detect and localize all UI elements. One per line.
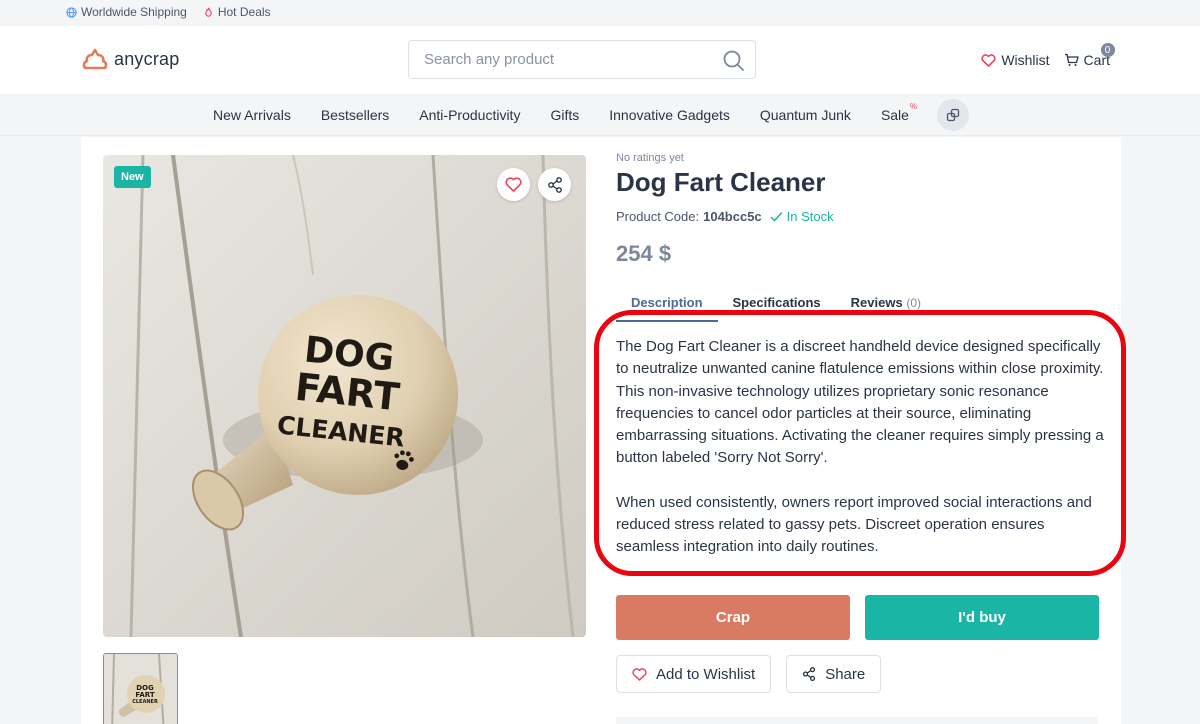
- product-code-row: Product Code: 104bcc5c In Stock: [616, 209, 834, 224]
- globe-icon: [66, 6, 77, 18]
- product-tabs: Description Specifications Reviews (0): [616, 293, 1106, 322]
- logo-text: anycrap: [114, 48, 180, 69]
- logo[interactable]: anycrap: [82, 48, 179, 70]
- product-photo: DOG FART CLEANER: [103, 155, 586, 637]
- product-thumbnail[interactable]: DOG FART CLEANER: [103, 653, 178, 724]
- thumbnail-text-cleaner: CLEANER: [132, 699, 158, 705]
- heart-icon: [505, 177, 522, 192]
- search-input[interactable]: [409, 41, 699, 78]
- nav-bestsellers[interactable]: Bestsellers: [321, 107, 389, 123]
- heart-icon: [981, 53, 996, 67]
- stock-status: In Stock: [770, 209, 834, 224]
- search-icon[interactable]: [723, 50, 744, 71]
- nav-innovative-gadgets[interactable]: Innovative Gadgets: [609, 107, 730, 123]
- product-card: DOG FART CLEANER New DOG FART CLEANER No…: [81, 137, 1121, 724]
- tab-reviews[interactable]: Reviews (0): [836, 293, 936, 322]
- nav-new-arrivals[interactable]: New Arrivals: [213, 107, 291, 123]
- shapes-icon: [946, 108, 960, 121]
- secondary-actions: Add to Wishlist Share: [616, 655, 882, 693]
- new-badge: New: [114, 166, 151, 188]
- main-nav: New Arrivals Bestsellers Anti-Productivi…: [0, 94, 1200, 136]
- poop-logo-icon: [82, 48, 108, 70]
- heart-icon: [632, 667, 647, 681]
- product-image[interactable]: DOG FART CLEANER New: [103, 155, 586, 637]
- wishlist-link[interactable]: Wishlist: [981, 52, 1050, 68]
- product-code-value: 104bcc5c: [703, 209, 762, 224]
- share-icon: [803, 667, 816, 681]
- nav-gifts[interactable]: Gifts: [550, 107, 579, 123]
- cart-count-badge: 0: [1100, 43, 1115, 57]
- sale-percent-mark: %: [909, 101, 917, 111]
- thumbnail-text-fart: FART: [135, 691, 154, 699]
- add-to-wishlist-label: Add to Wishlist: [656, 665, 756, 683]
- header-actions: Wishlist Cart 0: [981, 43, 1115, 68]
- stock-label: In Stock: [786, 209, 834, 224]
- nav-quantum-junk[interactable]: Quantum Junk: [760, 107, 851, 123]
- tab-specifications[interactable]: Specifications: [718, 293, 836, 322]
- shipping-label: Worldwide Shipping: [81, 5, 187, 19]
- worldwide-shipping[interactable]: Worldwide Shipping: [66, 5, 187, 19]
- vote-buttons: Crap I'd buy: [616, 595, 1099, 640]
- share-label: Share: [825, 665, 866, 683]
- favorite-button[interactable]: [497, 168, 530, 201]
- nav-extra-button[interactable]: [936, 98, 969, 131]
- hot-deals[interactable]: Hot Deals: [203, 5, 271, 19]
- tab-description[interactable]: Description: [616, 293, 718, 322]
- cart-link[interactable]: Cart 0: [1064, 43, 1115, 68]
- nav-sale[interactable]: Sale%: [880, 102, 917, 123]
- description-paragraph: When used consistently, owners report im…: [616, 493, 1092, 556]
- nav-anti-productivity[interactable]: Anti-Productivity: [419, 107, 520, 123]
- product-price: 254 $: [616, 241, 672, 266]
- product-code-label: Product Code:: [616, 209, 700, 224]
- crap-button[interactable]: Crap: [616, 595, 850, 640]
- wishlist-label: Wishlist: [1001, 52, 1050, 68]
- cart-icon: [1064, 53, 1079, 66]
- reviews-count: (0): [906, 296, 921, 310]
- thumbnail-photo: DOG FART CLEANER: [104, 654, 177, 724]
- add-to-wishlist-button[interactable]: Add to Wishlist: [616, 655, 772, 693]
- rating-text: No ratings yet: [616, 152, 684, 164]
- search-box: [408, 40, 756, 79]
- share-image-button[interactable]: [538, 168, 571, 201]
- product-description: The Dog Fart Cleaner is a discreet handh…: [616, 336, 1106, 559]
- section-divider: [616, 717, 1098, 724]
- description-paragraph: The Dog Fart Cleaner is a discreet handh…: [616, 338, 1104, 467]
- share-icon: [547, 176, 562, 193]
- check-icon: [770, 211, 783, 222]
- deals-label: Hot Deals: [217, 5, 271, 19]
- share-button[interactable]: Share: [786, 655, 882, 693]
- tab-reviews-label: Reviews: [850, 295, 903, 310]
- product-title: Dog Fart Cleaner: [616, 167, 826, 197]
- fire-icon: [205, 7, 212, 17]
- top-bar: Worldwide Shipping Hot Deals: [0, 0, 1200, 24]
- buy-button[interactable]: I'd buy: [865, 595, 1099, 640]
- nav-sale-label: Sale: [880, 106, 909, 123]
- header: anycrap Wishlist Cart 0: [0, 26, 1200, 94]
